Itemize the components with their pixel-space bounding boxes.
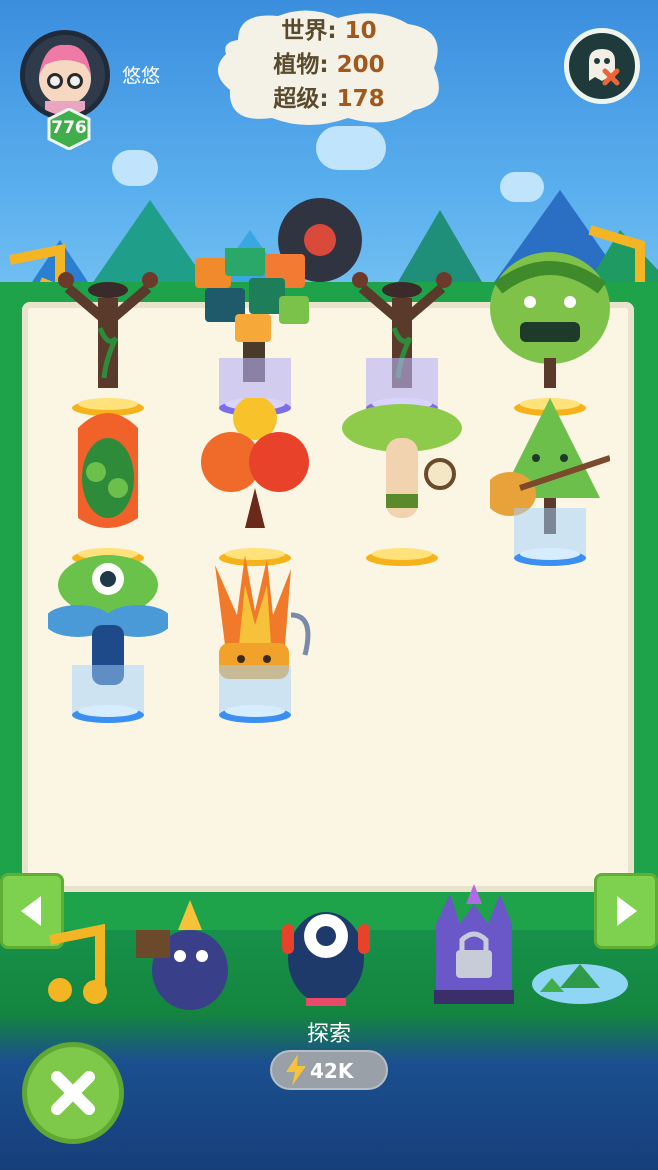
explore-cost: 42K [310, 1059, 354, 1083]
world-label: 世界: [281, 18, 337, 44]
plant-slot-music-block-tree[interactable] [195, 248, 309, 418]
ghost-mute-icon [589, 49, 620, 86]
super-stat: 超级: 178 [208, 82, 450, 116]
blue-pedestal [72, 665, 144, 723]
plants-label: 植物: [273, 52, 329, 78]
locked-world[interactable] [430, 884, 630, 1014]
super-value: 178 [336, 86, 385, 112]
player-level: 776 [51, 118, 87, 138]
gold-pedestal [366, 548, 438, 566]
cloud [316, 126, 386, 170]
plants-value: 200 [336, 52, 385, 78]
plant-slot-drum-tree[interactable] [58, 268, 158, 418]
super-label: 超级: [273, 86, 329, 112]
plants-stat: 植物: 200 [208, 48, 450, 82]
explore-label: 探索 [306, 1022, 351, 1047]
plant-slot-guitar-pine[interactable] [490, 398, 610, 568]
stats-panel: 世界: 10 植物: 200 超级: 178 [208, 14, 450, 116]
headphone-explorer-creature[interactable] [276, 898, 376, 1008]
world-value: 10 [344, 18, 377, 44]
plant-slot-pepper-pod[interactable] [58, 413, 158, 568]
close-icon [51, 1071, 95, 1115]
player-name: 悠悠 [122, 65, 161, 87]
world-stat: 世界: 10 [208, 14, 450, 48]
plant-slot-drum-tree[interactable] [352, 268, 452, 418]
blue-pedestal [219, 665, 291, 723]
plant-slot-twin-pompom[interactable] [201, 398, 309, 568]
mute-button[interactable] [564, 28, 640, 104]
player-avatar[interactable] [20, 30, 110, 120]
plant-slot-singer-bush[interactable] [490, 252, 610, 418]
music-world-creature[interactable] [40, 900, 240, 1010]
close-button[interactable] [22, 1042, 124, 1144]
blue-pedestal [514, 508, 586, 566]
plant-slot-eye-mushroom[interactable] [48, 555, 168, 725]
lightning-icon [286, 1054, 306, 1086]
plant-slot-mushroom-tambourine[interactable] [342, 404, 462, 568]
plant-slot-flame-harp[interactable] [205, 555, 311, 725]
